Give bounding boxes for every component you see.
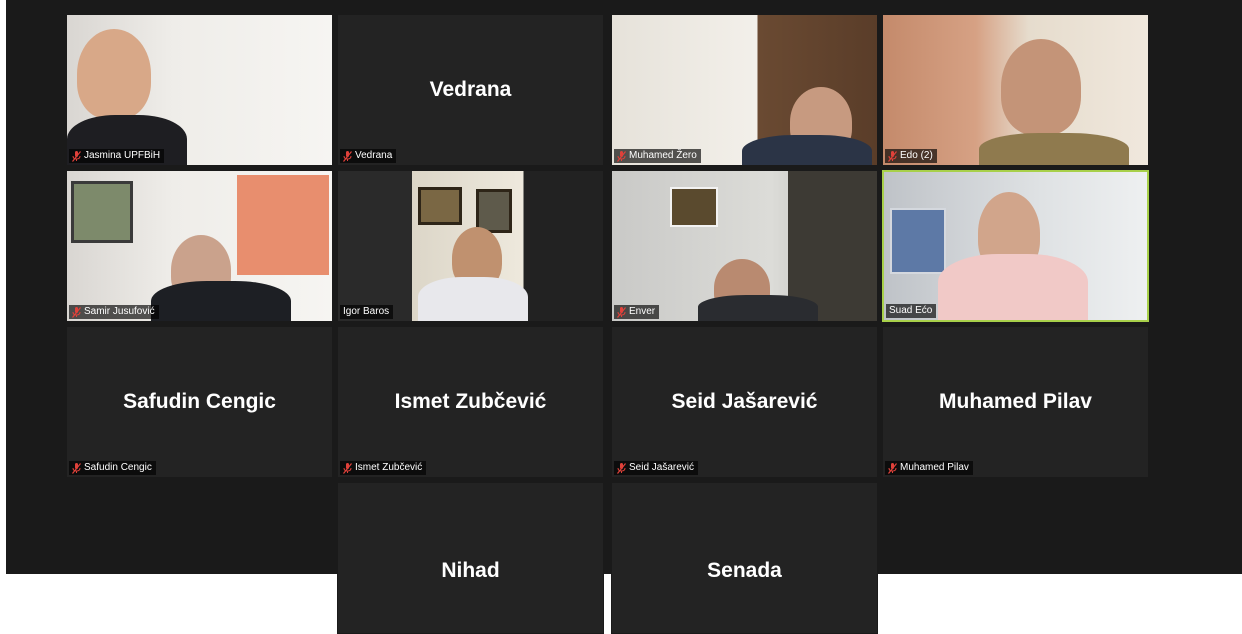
participant-name-label: Ismet Zubčević	[340, 461, 427, 475]
participant-name-label: Muhamed Pilav	[885, 461, 973, 475]
wall-picture	[476, 189, 512, 233]
participant-name: Samir Jusufović	[84, 306, 155, 317]
participant-tile[interactable]: Seid Jašarević Seid Jašarević	[611, 326, 878, 478]
participant-name: Edo (2)	[900, 150, 933, 161]
participant-tile[interactable]: Vedrana Vedrana	[337, 14, 604, 166]
mic-muted-icon	[72, 462, 81, 474]
participant-name: Vedrana	[355, 150, 393, 161]
participant-display-name: Vedrana	[429, 78, 512, 101]
video-feed	[67, 171, 332, 321]
participant-display-name: Ismet Zubčević	[394, 390, 547, 413]
video-feed	[338, 171, 603, 321]
participant-face	[1001, 39, 1081, 135]
participant-body	[742, 135, 872, 165]
mic-muted-icon	[72, 150, 81, 162]
participant-tile[interactable]: Ismet Zubčević Ismet Zubčević	[337, 326, 604, 478]
participant-tile[interactable]: Samir Jusufović	[66, 170, 333, 322]
participant-name: Ismet Zubčević	[355, 462, 423, 473]
participant-face	[77, 29, 151, 119]
participant-name: Enver	[629, 306, 656, 317]
participant-name-label: Vedrana	[340, 149, 397, 163]
participant-tile[interactable]: Muhamed Pilav Muhamed Pilav	[882, 326, 1149, 478]
mic-muted-icon	[888, 150, 897, 162]
participant-display-name: Seid Jašarević	[671, 390, 818, 413]
participant-name-label: Samir Jusufović	[69, 305, 159, 319]
participant-tile[interactable]: Senada	[611, 482, 878, 634]
video-feed	[612, 15, 877, 165]
participant-name-label: Igor Baros	[340, 305, 394, 319]
wall-picture	[418, 187, 462, 225]
video-feed	[884, 172, 1147, 320]
participant-tile[interactable]: Safudin Cengic Safudin Cengic	[66, 326, 333, 478]
participant-tile[interactable]: Nihad	[337, 482, 604, 634]
participant-name: Muhamed Pilav	[900, 462, 969, 473]
gallery-view: Jasmina UPFBiH Vedrana Vedrana Muhamed Ž…	[6, 0, 1242, 634]
participant-name: Suad Ećo	[889, 305, 933, 316]
mic-muted-icon	[888, 462, 897, 474]
participant-tile[interactable]: Jasmina UPFBiH	[66, 14, 333, 166]
video-feed	[612, 171, 877, 321]
participant-body	[151, 281, 291, 321]
participant-tile[interactable]: Muhamed Žero	[611, 14, 878, 166]
wall-clock	[670, 187, 718, 227]
participant-name-label: Seid Jašarević	[614, 461, 699, 475]
participant-body	[979, 133, 1129, 165]
participant-name: Seid Jašarević	[629, 462, 695, 473]
participant-name-label: Suad Ećo	[886, 304, 937, 318]
participant-tile[interactable]: Edo (2)	[882, 14, 1149, 166]
mic-muted-icon	[343, 150, 352, 162]
mic-muted-icon	[72, 306, 81, 318]
participant-name: Safudin Cengic	[84, 462, 152, 473]
participant-name: Igor Baros	[343, 306, 390, 317]
participant-display-name: Muhamed Pilav	[939, 390, 1092, 413]
participant-body	[938, 254, 1088, 320]
video-feed	[67, 15, 332, 165]
participant-name-label: Edo (2)	[885, 149, 937, 163]
video-feed	[883, 15, 1148, 165]
poster	[237, 175, 329, 275]
participant-name: Jasmina UPFBiH	[84, 150, 161, 161]
wall-picture	[890, 208, 946, 274]
participant-name: Muhamed Žero	[629, 150, 697, 161]
participant-display-name: Safudin Cengic	[123, 390, 276, 413]
participant-name-label: Jasmina UPFBiH	[69, 149, 165, 163]
participant-name-label: Safudin Cengic	[69, 461, 156, 475]
mic-muted-icon	[343, 462, 352, 474]
participant-body	[698, 295, 818, 321]
wall-picture	[71, 181, 133, 243]
participant-tile[interactable]: Igor Baros	[337, 170, 604, 322]
participant-tile[interactable]: Enver	[611, 170, 878, 322]
participant-tile-active-speaker[interactable]: Suad Ećo	[882, 170, 1149, 322]
mic-muted-icon	[617, 150, 626, 162]
mic-muted-icon	[617, 306, 626, 318]
participant-name-label: Muhamed Žero	[614, 149, 701, 163]
participant-name-label: Enver	[614, 305, 660, 319]
participant-display-name: Nihad	[441, 559, 500, 582]
participant-body	[418, 277, 528, 321]
participant-display-name: Senada	[707, 559, 782, 582]
mic-muted-icon	[617, 462, 626, 474]
